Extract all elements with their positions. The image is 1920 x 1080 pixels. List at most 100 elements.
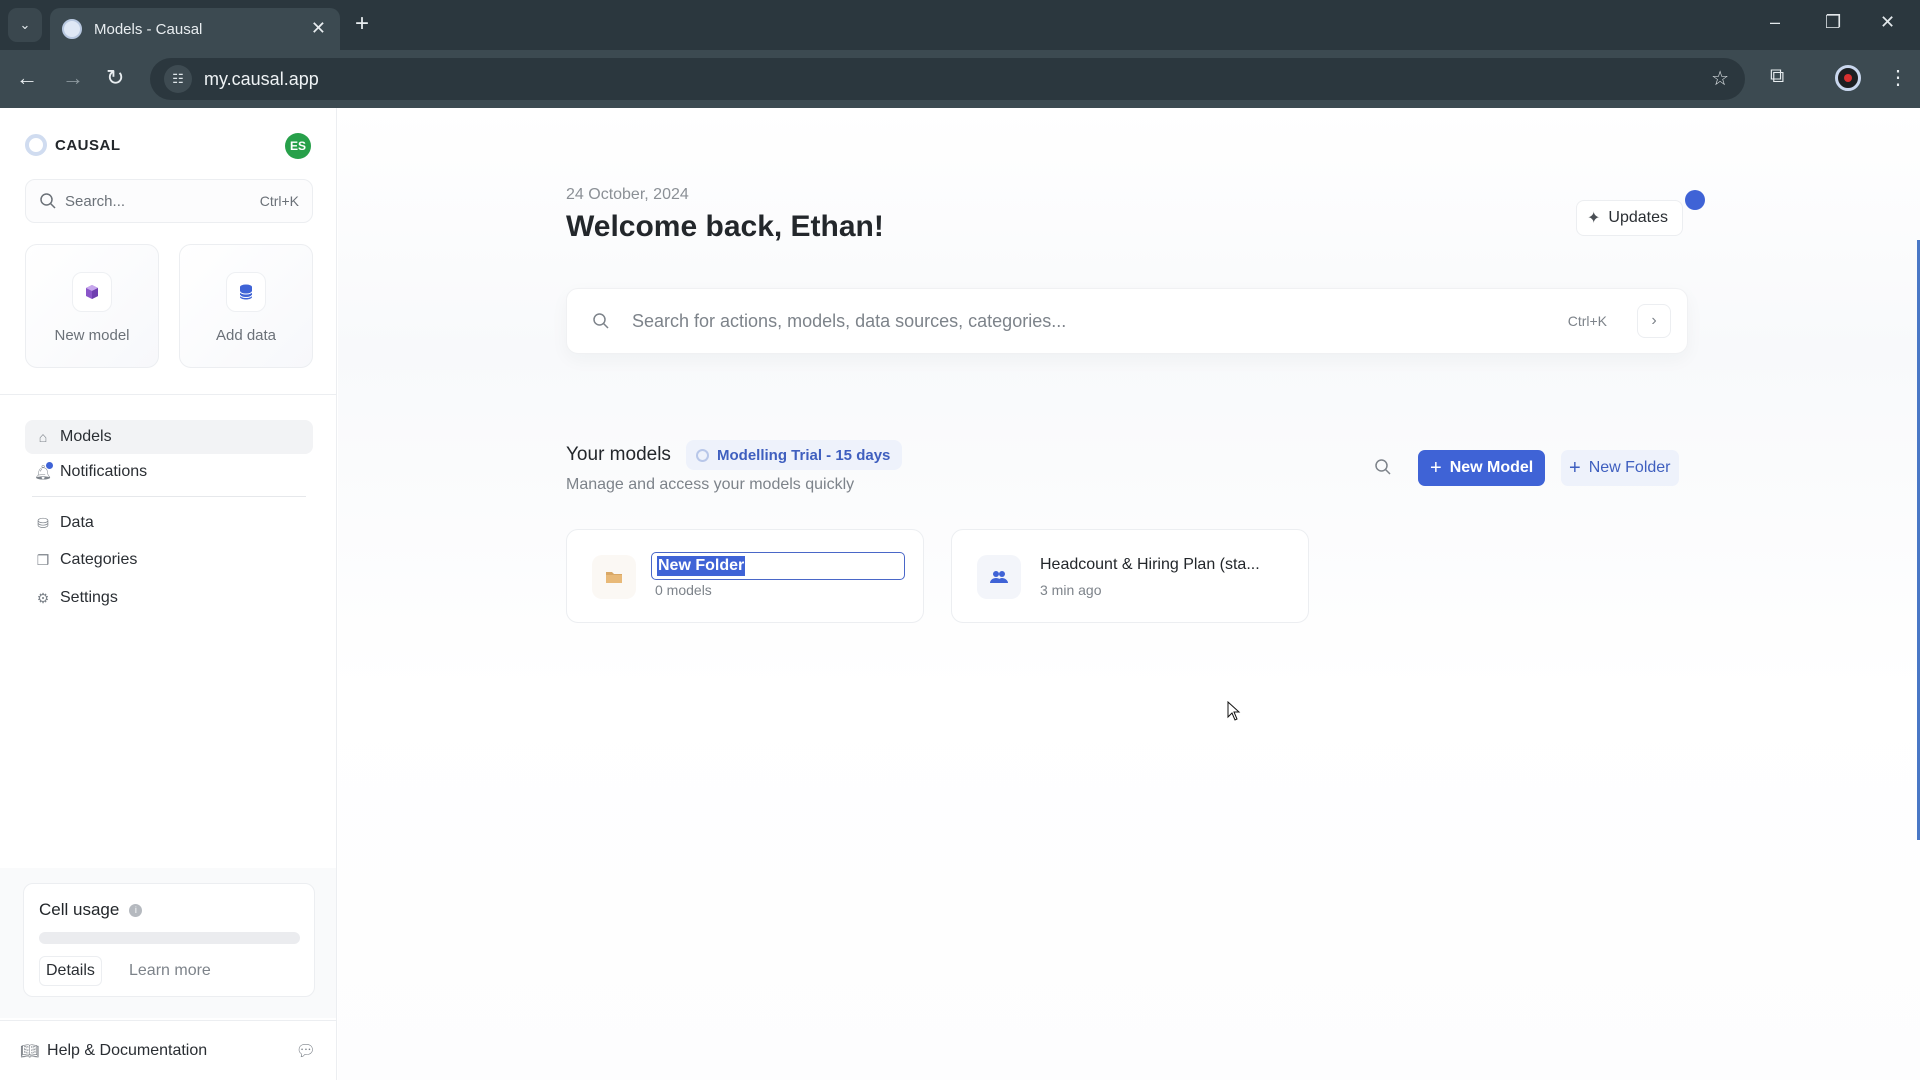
plus-icon: +	[1569, 456, 1581, 479]
brand-name: CAUSAL	[55, 136, 121, 154]
restore-icon: ❐	[1825, 12, 1842, 32]
tab-search-button[interactable]: ⌄	[8, 8, 42, 42]
book-icon: 📖︎	[20, 1042, 40, 1060]
new-model-button[interactable]: + New Model	[1418, 450, 1546, 486]
new-folder-button[interactable]: + New Folder	[1561, 450, 1679, 486]
favicon-icon	[62, 19, 82, 39]
model-card[interactable]: Headcount & Hiring Plan (sta... 3 min ag…	[951, 529, 1309, 623]
restore-button[interactable]: ❐	[1825, 12, 1841, 33]
info-icon[interactable]: i	[129, 903, 143, 917]
sidebar-search[interactable]: Search... Ctrl+K	[25, 179, 313, 223]
address-bar[interactable]: ☷ my.causal.app ☆	[150, 58, 1745, 100]
home-icon: ⌂	[38, 429, 48, 445]
folder-name-selected-text: New Folder	[657, 556, 746, 576]
copy-icon: ❐	[36, 551, 50, 568]
brand-logo[interactable]: CAUSAL	[25, 134, 121, 156]
folder-name-input[interactable]: New Folder	[651, 552, 905, 580]
sidebar-item-label: Models	[60, 428, 112, 445]
learn-more-link[interactable]: Learn more	[129, 956, 211, 986]
close-tab-icon[interactable]: ✕	[311, 18, 326, 39]
search-icon	[593, 313, 609, 329]
updates-button[interactable]: ✦ Updates	[1576, 200, 1683, 236]
sidebar-item-settings[interactable]: ⚙ Settings	[25, 581, 313, 615]
trial-progress-icon	[696, 448, 709, 462]
sidebar-item-data[interactable]: ⛁ Data	[25, 506, 313, 540]
details-button[interactable]: Details	[39, 956, 102, 986]
cell-usage-progress-bar	[39, 932, 300, 944]
command-search-placeholder: Search for actions, models, data sources…	[632, 310, 1067, 331]
updates-label: Updates	[1608, 209, 1668, 226]
users-icon	[977, 555, 1021, 599]
profile-avatar[interactable]	[1835, 65, 1861, 91]
avatar-initials: ES	[289, 139, 306, 153]
model-title: Headcount & Hiring Plan (sta...	[1040, 556, 1260, 573]
chevron-down-icon: ⌄	[19, 17, 31, 32]
command-search-input[interactable]: Search for actions, models, data sources…	[566, 288, 1688, 354]
sidebar-item-label: Notifications	[60, 463, 148, 480]
cell-usage-section: Cell usage i Details Learn more	[0, 868, 336, 1018]
forward-button[interactable]: →	[62, 65, 84, 91]
help-documentation-link[interactable]: 📖︎ Help & Documentation 💬︎	[0, 1020, 336, 1080]
new-model-quick-action[interactable]: New model	[25, 244, 159, 368]
sidebar-search-placeholder: Search...	[65, 192, 126, 210]
folder-icon	[592, 555, 636, 599]
command-search-shortcut: Ctrl+K	[1567, 313, 1607, 329]
puzzle-icon: ⧉	[1770, 65, 1785, 87]
extensions-button[interactable]: ⧉	[1770, 65, 1784, 88]
reload-button[interactable]: ↻	[106, 65, 124, 91]
plus-icon: +	[355, 10, 370, 37]
add-data-quick-action[interactable]: Add data	[179, 244, 313, 368]
notification-badge	[46, 461, 53, 469]
kebab-menu-icon: ⋮	[1888, 67, 1908, 89]
page-title: Welcome back, Ethan!	[566, 210, 884, 243]
add-data-label: Add data	[215, 327, 277, 344]
new-tab-button[interactable]: +	[355, 10, 369, 38]
minimize-button[interactable]: –	[1770, 12, 1780, 33]
minimize-icon: –	[1770, 12, 1781, 32]
your-models-heading: Your models	[566, 444, 671, 465]
models-search-button[interactable]	[1374, 458, 1392, 481]
back-button[interactable]: ←	[16, 65, 38, 91]
user-avatar[interactable]: ES	[285, 133, 311, 159]
browser-menu-button[interactable]: ⋮	[1888, 65, 1908, 90]
sidebar-item-label: Categories	[60, 551, 138, 568]
sidebar-item-categories[interactable]: ❐ Categories	[25, 543, 313, 577]
search-shortcut: Ctrl+K	[259, 193, 299, 209]
trial-badge-label: Modelling Trial - 15 days	[717, 446, 891, 464]
close-window-button[interactable]: ✕	[1880, 12, 1895, 33]
arrow-left-icon: ←	[16, 65, 38, 90]
tab-title: Models - Causal	[94, 20, 203, 38]
database-icon	[226, 272, 266, 312]
reload-icon: ↻	[106, 65, 125, 90]
sidebar-item-models[interactable]: ⌂ Models	[25, 420, 313, 454]
sidebar-divider	[0, 394, 336, 395]
mouse-cursor-icon	[1227, 701, 1241, 721]
sidebar-item-notifications[interactable]: 🔔︎ Notifications	[25, 455, 313, 489]
model-last-edited: 3 min ago	[1040, 582, 1102, 598]
chat-icon[interactable]: 💬︎	[296, 1041, 316, 1061]
cube-icon	[72, 272, 112, 312]
cell-usage-card: Cell usage i Details Learn more	[23, 883, 315, 997]
current-date: 24 October, 2024	[566, 186, 689, 203]
nav-divider	[32, 496, 306, 497]
sidebar-item-label: Settings	[60, 589, 118, 606]
trial-badge[interactable]: Modelling Trial - 15 days	[686, 440, 903, 470]
browser-tab-bar: ⌄ Models - Causal ✕ + – ❐ ✕	[0, 0, 1920, 50]
causal-logo-icon	[25, 134, 47, 156]
new-model-button-label: New Model	[1449, 459, 1534, 476]
gear-icon: ⚙	[36, 589, 50, 606]
chevron-right-icon[interactable]: ›	[1637, 304, 1671, 338]
url-text: my.causal.app	[204, 68, 319, 89]
bell-icon: 🔔︎	[34, 461, 53, 480]
folder-card[interactable]: New Folder 0 models	[566, 529, 924, 623]
database-icon: ⛁	[37, 514, 49, 531]
cell-usage-title-text: Cell usage	[39, 900, 120, 919]
main-content: 24 October, 2024 Welcome back, Ethan! ✦ …	[338, 108, 1920, 1080]
help-label: Help & Documentation	[47, 1041, 208, 1059]
browser-tab[interactable]: Models - Causal ✕	[50, 8, 340, 50]
plus-icon: +	[1430, 456, 1442, 479]
search-icon	[1375, 459, 1391, 475]
new-model-label: New model	[54, 327, 130, 344]
star-icon[interactable]: ☆	[1711, 66, 1729, 91]
tune-icon[interactable]: ☷	[164, 65, 192, 93]
